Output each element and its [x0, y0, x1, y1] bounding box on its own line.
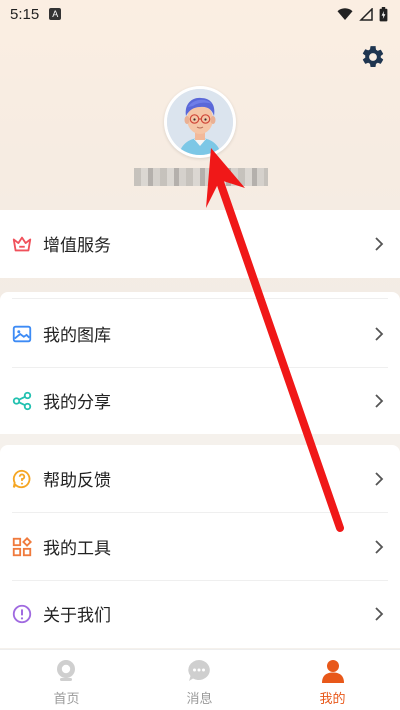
message-icon [188, 660, 210, 681]
username-redacted [134, 168, 268, 186]
tools-icon [12, 536, 33, 556]
menu-item-my-tools[interactable]: 我的工具 [0, 513, 400, 580]
profile-icon [322, 660, 344, 683]
crown-icon [12, 236, 32, 251]
menu-group-content: 我的图库 我的分享 [0, 292, 400, 434]
status-time: 5:15 [10, 5, 40, 23]
menu-item-label: 关于我们 [43, 606, 111, 626]
share-icon [12, 391, 32, 410]
avatar[interactable] [164, 86, 236, 158]
menu-group-vip: 增值服务 [0, 210, 400, 278]
gear-icon[interactable] [360, 44, 386, 70]
menu-item-label: 我的图库 [43, 326, 111, 346]
menu-group-support: 帮助反馈 我的工具 关于我们 [0, 445, 400, 648]
wifi-icon [337, 7, 353, 20]
status-bar: 5:15 A [0, 0, 400, 28]
battery-charging-icon [379, 6, 388, 21]
help-icon [12, 469, 31, 488]
chevron-right-icon [375, 539, 384, 554]
tab-label: 消息 [186, 692, 213, 707]
info-icon [12, 604, 32, 623]
chevron-right-icon [375, 393, 384, 408]
tab-profile[interactable]: 我的 [266, 650, 399, 710]
tab-messages[interactable]: 消息 [133, 650, 266, 710]
menu-item-label: 帮助反馈 [43, 471, 111, 491]
gallery-icon [12, 325, 32, 342]
chevron-right-icon [375, 471, 384, 486]
menu-item-my-share[interactable]: 我的分享 [0, 367, 400, 434]
chevron-right-icon [375, 326, 384, 341]
menu-item-value-added-services[interactable]: 增值服务 [0, 210, 400, 277]
notification-icon: A [49, 8, 62, 20]
menu-item-label: 增值服务 [43, 236, 111, 256]
avatar-image [167, 89, 233, 155]
tab-home[interactable]: 首页 [0, 650, 133, 710]
menu-item-my-gallery[interactable]: 我的图库 [0, 300, 400, 367]
menu-item-label: 我的分享 [43, 393, 111, 413]
menu-item-label: 我的工具 [43, 539, 111, 559]
signal-icon [359, 7, 373, 21]
home-camera-icon [57, 660, 75, 681]
tab-label: 首页 [53, 692, 80, 707]
tab-label: 我的 [319, 692, 346, 707]
menu-item-help-feedback[interactable]: 帮助反馈 [0, 445, 400, 512]
chevron-right-icon [375, 606, 384, 621]
divider [12, 298, 388, 299]
bottom-tab-bar: 首页 消息 我的 [0, 649, 400, 710]
menu-item-about-us[interactable]: 关于我们 [0, 580, 400, 647]
chevron-right-icon [375, 236, 384, 251]
